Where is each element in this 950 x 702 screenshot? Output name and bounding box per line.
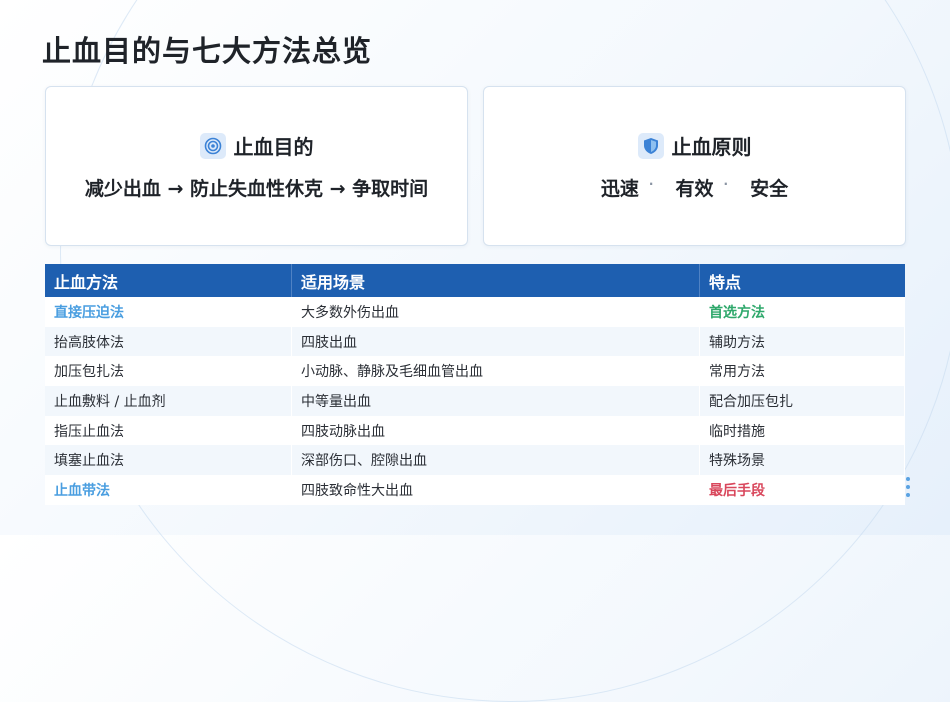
- principle-card-header: 止血原则: [637, 131, 752, 160]
- purpose-card-header: 止血目的: [199, 131, 314, 160]
- principle-list: 迅速 · 有效 · 安全: [601, 174, 788, 201]
- table-row: 填塞止血法 深部伤口、腔隙出血 特殊场景: [45, 445, 905, 476]
- scene-cell: 四肢致命性大出血: [291, 475, 700, 505]
- principle-card: 止血原则 迅速 · 有效 · 安全: [483, 86, 906, 246]
- table-row: 止血带法 四肢致命性大出血 最后手段: [45, 475, 905, 505]
- feature-cell: 常用方法: [699, 356, 905, 387]
- feature-cell: 辅助方法: [699, 326, 905, 357]
- principle-item: 有效: [675, 178, 714, 200]
- method-cell: 直接压迫法: [45, 297, 292, 327]
- column-header-method: 止血方法: [45, 264, 292, 297]
- method-cell: 加压包扎法: [45, 356, 292, 387]
- shield-icon: [637, 132, 664, 159]
- principle-separator: ·: [648, 176, 654, 191]
- method-cell: 抬高肢体法: [45, 326, 292, 357]
- feature-cell: 特殊场景: [699, 445, 905, 476]
- purpose-card-text: 减少出血 → 防止失血性休克 → 争取时间: [84, 178, 429, 200]
- table-row: 指压止血法 四肢动脉出血 临时措施: [45, 415, 905, 446]
- table-row: 止血敷料 / 止血剂 中等量出血 配合加压包扎: [45, 386, 905, 416]
- scene-cell: 中等量出血: [291, 386, 700, 416]
- column-header-feature: 特点: [699, 264, 905, 297]
- principle-item: 安全: [750, 178, 789, 200]
- table-row: 加压包扎法 小动脉、静脉及毛细血管出血 常用方法: [45, 356, 905, 387]
- feature-cell: 配合加压包扎: [699, 386, 905, 416]
- scene-cell: 大多数外伤出血: [291, 297, 700, 327]
- scene-cell: 四肢出血: [291, 326, 700, 357]
- purpose-card: 止血目的 减少出血 → 防止失血性休克 → 争取时间: [45, 86, 468, 246]
- purpose-card-title: 止血目的: [233, 135, 314, 159]
- column-header-scene: 适用场景: [291, 264, 700, 297]
- more-options-icon[interactable]: [906, 477, 910, 497]
- scene-cell: 小动脉、静脉及毛细血管出血: [291, 356, 700, 387]
- feature-cell: 首选方法: [699, 297, 905, 327]
- table-row: 抬高肢体法 四肢出血 辅助方法: [45, 326, 905, 357]
- scene-cell: 四肢动脉出血: [291, 415, 700, 446]
- feature-cell: 最后手段: [699, 475, 905, 505]
- table-row: 直接压迫法 大多数外伤出血 首选方法: [45, 297, 905, 327]
- principle-card-title: 止血原则: [671, 135, 752, 159]
- method-cell: 指压止血法: [45, 415, 292, 446]
- methods-table: 止血方法 适用场景 特点 直接压迫法 大多数外伤出血 首选方法 抬高肢体法 四肢…: [45, 264, 905, 505]
- principle-item: 迅速: [600, 178, 639, 200]
- method-cell: 止血敷料 / 止血剂: [45, 386, 292, 416]
- scene-cell: 深部伤口、腔隙出血: [291, 445, 700, 476]
- method-cell: 填塞止血法: [45, 445, 292, 476]
- target-icon: [199, 132, 226, 159]
- method-cell: 止血带法: [45, 475, 292, 505]
- table-header-row: 止血方法 适用场景 特点: [45, 264, 905, 297]
- principle-separator: ·: [723, 176, 729, 191]
- page-title: 止血目的与七大方法总览: [42, 34, 373, 68]
- feature-cell: 临时措施: [699, 415, 905, 446]
